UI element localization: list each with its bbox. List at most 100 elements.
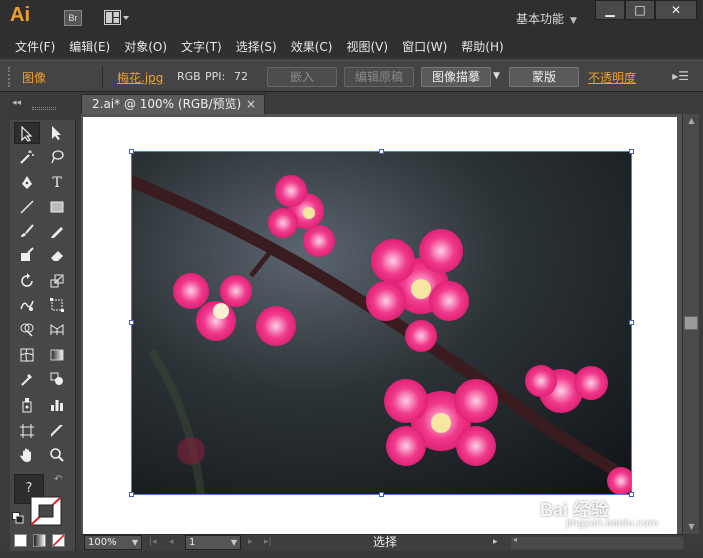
resize-handle[interactable] bbox=[129, 149, 134, 154]
menu-effect[interactable]: 效果(C) bbox=[291, 38, 333, 55]
object-type-link[interactable]: 图像 bbox=[22, 69, 46, 86]
menu-help[interactable]: 帮助(H) bbox=[461, 38, 503, 55]
artboard-number-select[interactable]: 1 ▼ bbox=[185, 535, 241, 550]
scroll-down-icon[interactable]: ▼ bbox=[683, 520, 700, 534]
panel-grip[interactable] bbox=[8, 67, 12, 87]
menu-file[interactable]: 文件(F) bbox=[15, 38, 55, 55]
line-segment-tool-icon[interactable] bbox=[14, 196, 40, 218]
tools-panel-header[interactable]: ◂◂ bbox=[10, 98, 76, 120]
selection-tool-icon[interactable] bbox=[14, 122, 40, 144]
image-trace-dropdown-icon[interactable]: ▼ bbox=[493, 71, 500, 81]
arrange-documents-icon[interactable] bbox=[104, 10, 129, 26]
menu-edit[interactable]: 编辑(E) bbox=[69, 38, 110, 55]
perspective-grid-tool-icon[interactable] bbox=[44, 318, 70, 340]
blob-brush-tool-icon[interactable] bbox=[14, 244, 40, 266]
control-bar: 图像 梅花.jpg RGB PPI: 72 嵌入 编辑原稿 图像描摹 ▼ 蒙版 … bbox=[0, 60, 703, 92]
default-colors-icon[interactable] bbox=[12, 512, 24, 524]
linked-file-name[interactable]: 梅花.jpg bbox=[117, 69, 163, 86]
previous-artboard-icon[interactable]: ◂ bbox=[169, 535, 174, 550]
direct-selection-tool-icon[interactable] bbox=[44, 122, 70, 144]
resize-handle[interactable] bbox=[629, 492, 634, 497]
status-menu-icon[interactable]: ▸ bbox=[493, 535, 498, 550]
menu-select[interactable]: 选择(S) bbox=[236, 38, 277, 55]
column-graph-tool-icon[interactable] bbox=[44, 394, 70, 416]
menu-type[interactable]: 文字(T) bbox=[181, 38, 222, 55]
zoom-value: 100% bbox=[88, 537, 117, 548]
ai-logo: Ai bbox=[10, 4, 30, 26]
slice-tool-icon[interactable] bbox=[44, 420, 70, 442]
chevron-down-icon: ▼ bbox=[131, 538, 138, 547]
last-artboard-icon[interactable]: ▸| bbox=[264, 535, 272, 550]
hand-tool-icon[interactable] bbox=[14, 444, 40, 466]
color-mode-icon[interactable] bbox=[14, 534, 27, 547]
embed-button[interactable]: 嵌入 bbox=[267, 67, 337, 87]
resize-handle[interactable] bbox=[379, 149, 384, 154]
symbol-sprayer-tool-icon[interactable] bbox=[14, 394, 40, 416]
resize-handle[interactable] bbox=[129, 320, 134, 325]
resize-handle[interactable] bbox=[629, 320, 634, 325]
chevron-down-icon: ▼ bbox=[570, 16, 577, 26]
magic-wand-tool-icon[interactable] bbox=[14, 146, 40, 168]
blend-tool-icon[interactable] bbox=[44, 368, 70, 390]
swap-fill-stroke-icon[interactable]: ↶ bbox=[54, 474, 62, 485]
resize-handle[interactable] bbox=[129, 492, 134, 497]
warp-tool-icon[interactable] bbox=[14, 294, 40, 316]
illustrator-window: Ai Br 基本功能 ▼ ▁ □ ✕ 文件(F) 编辑(E) 对象(O) 文字(T… bbox=[0, 0, 703, 558]
zoom-level-select[interactable]: 100% ▼ bbox=[84, 535, 142, 550]
rectangle-tool-icon[interactable] bbox=[44, 196, 70, 218]
pencil-tool-icon[interactable] bbox=[44, 220, 70, 242]
gradient-mode-icon[interactable] bbox=[33, 534, 46, 547]
rotate-tool-icon[interactable] bbox=[14, 270, 40, 292]
next-artboard-icon[interactable]: ▸ bbox=[248, 535, 253, 550]
title-bar: Ai Br 基本功能 ▼ ▁ □ ✕ bbox=[0, 0, 703, 34]
panel-menu-icon[interactable]: ▸☰ bbox=[672, 69, 689, 83]
watermark-url: jingyan.baidu.com bbox=[566, 518, 659, 529]
scroll-thumb[interactable] bbox=[684, 316, 698, 330]
color-mode-row bbox=[14, 534, 65, 547]
zoom-tool-icon[interactable] bbox=[44, 444, 70, 466]
first-artboard-icon[interactable]: |◂ bbox=[149, 535, 157, 550]
menu-window[interactable]: 窗口(W) bbox=[402, 38, 447, 55]
image-trace-button[interactable]: 图像描摹 bbox=[421, 67, 491, 87]
status-tool-label[interactable]: 选择 bbox=[373, 535, 397, 550]
paintbrush-tool-icon[interactable] bbox=[14, 220, 40, 242]
tools-panel: ◂◂ T ? ↶ bbox=[10, 98, 76, 558]
gradient-tool-icon[interactable] bbox=[44, 344, 70, 366]
horizontal-scrollbar[interactable]: ◂ bbox=[511, 535, 683, 549]
free-transform-tool-icon[interactable] bbox=[44, 294, 70, 316]
lasso-tool-icon[interactable] bbox=[44, 146, 70, 168]
fill-stroke-swatch[interactable] bbox=[30, 496, 66, 528]
type-tool-icon[interactable]: T bbox=[44, 172, 70, 194]
panel-grip[interactable] bbox=[32, 107, 56, 110]
eraser-tool-icon[interactable] bbox=[44, 244, 70, 266]
document-tab-label: 2.ai* @ 100% (RGB/预览) bbox=[92, 97, 242, 111]
window-controls: ▁ □ ✕ bbox=[595, 0, 697, 20]
maximize-button[interactable]: □ bbox=[625, 0, 655, 20]
workspace-switcher[interactable]: 基本功能 ▼ bbox=[516, 10, 577, 27]
menu-object[interactable]: 对象(O) bbox=[124, 38, 167, 55]
resize-handle[interactable] bbox=[629, 149, 634, 154]
close-tab-icon[interactable]: × bbox=[246, 95, 256, 113]
vertical-scrollbar[interactable]: ▲ ▼ bbox=[682, 114, 699, 534]
resize-handle[interactable] bbox=[379, 492, 384, 497]
shape-builder-tool-icon[interactable] bbox=[14, 318, 40, 340]
eyedropper-tool-icon[interactable] bbox=[14, 368, 40, 390]
mask-button[interactable]: 蒙版 bbox=[509, 67, 579, 87]
edit-original-button[interactable]: 编辑原稿 bbox=[344, 67, 414, 87]
scale-tool-icon[interactable] bbox=[44, 270, 70, 292]
artboard-tool-icon[interactable] bbox=[14, 420, 40, 442]
scroll-up-icon[interactable]: ▲ bbox=[683, 114, 700, 128]
pen-tool-icon[interactable] bbox=[14, 172, 40, 194]
document-tab-bar: 2.ai* @ 100% (RGB/预览) × bbox=[81, 94, 684, 114]
menu-view[interactable]: 视图(V) bbox=[346, 38, 388, 55]
mesh-tool-icon[interactable] bbox=[14, 344, 40, 366]
divider bbox=[102, 66, 103, 88]
bridge-button[interactable]: Br bbox=[64, 10, 82, 26]
none-mode-icon[interactable] bbox=[52, 534, 65, 547]
collapse-panel-icon[interactable]: ◂◂ bbox=[12, 98, 21, 108]
minimize-button[interactable]: ▁ bbox=[595, 0, 625, 20]
document-tab[interactable]: 2.ai* @ 100% (RGB/预览) × bbox=[81, 94, 265, 114]
close-button[interactable]: ✕ bbox=[655, 0, 697, 20]
scroll-left-icon[interactable]: ◂ bbox=[513, 535, 517, 544]
opacity-link[interactable]: 不透明度 bbox=[588, 69, 636, 86]
